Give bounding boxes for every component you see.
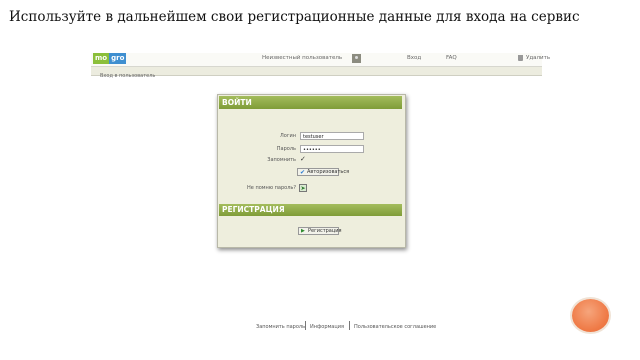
footer-link-3[interactable]: Пользовательское соглашение xyxy=(354,324,436,330)
login-input[interactable]: testuser xyxy=(300,132,364,140)
password-input[interactable]: •••••• xyxy=(300,145,364,153)
login-section-title: ВОЙТИ xyxy=(219,96,402,109)
logo-part-1: mo xyxy=(93,53,110,64)
breadcrumb[interactable]: Вход в пользователь xyxy=(100,73,155,79)
forgot-password-go-button[interactable]: ➤ xyxy=(299,184,307,192)
login-submit-button[interactable]: Авторизоваться xyxy=(297,168,349,176)
user-icon[interactable] xyxy=(352,54,361,63)
logo-part-2: gro xyxy=(109,53,127,64)
remember-label: Запомнить xyxy=(267,157,296,163)
slide-title: Используйте в дальнейшем свои регистраци… xyxy=(9,9,580,25)
decorative-orange-circle xyxy=(572,299,609,332)
password-label: Пароль xyxy=(276,146,296,152)
footer-separator xyxy=(305,321,306,330)
remember-checkbox[interactable]: ✓ xyxy=(300,155,306,163)
site-subheader xyxy=(91,67,542,76)
footer-link-1[interactable]: Запомнить пароль xyxy=(256,324,305,330)
registration-section-title: РЕГИСТРАЦИЯ xyxy=(219,204,402,216)
login-label: Логин xyxy=(280,133,296,139)
footer-separator xyxy=(349,321,350,330)
header-link-delete[interactable]: Удалить xyxy=(526,55,550,61)
header-link-login[interactable]: Вход xyxy=(407,55,421,61)
site-logo[interactable]: mo gro xyxy=(93,53,135,64)
trash-icon[interactable] xyxy=(518,55,523,61)
registration-button[interactable]: Регистрация xyxy=(298,227,342,235)
header-link-faq[interactable]: FAQ xyxy=(446,55,457,61)
user-label: Неизвестный пользователь xyxy=(262,55,343,61)
forgot-password-label: Не помню пароль? xyxy=(247,185,296,191)
footer-link-2[interactable]: Информация xyxy=(310,324,344,330)
